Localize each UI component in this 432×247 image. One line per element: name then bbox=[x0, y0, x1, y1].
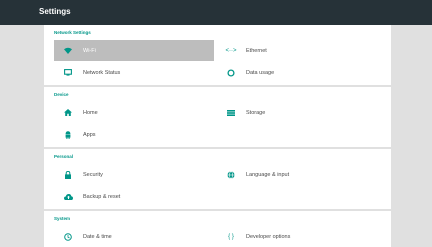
settings-item-storage[interactable]: Storage bbox=[217, 102, 387, 123]
lock-icon bbox=[62, 170, 74, 179]
settings-item-label: Date & time bbox=[83, 233, 112, 240]
settings-item-apps[interactable]: Apps bbox=[54, 124, 214, 145]
settings-item-label: Language & input bbox=[246, 171, 290, 178]
clock-icon bbox=[62, 232, 74, 241]
section-header-network: Network Settings bbox=[54, 30, 91, 35]
settings-item-language-input[interactable]: Language & input bbox=[217, 164, 387, 185]
section-header-system: System bbox=[54, 216, 71, 221]
storage-icon bbox=[225, 109, 237, 116]
settings-item-label: Developer options bbox=[246, 233, 291, 240]
page-title: Settings bbox=[39, 7, 71, 16]
settings-item-label: Ethernet bbox=[246, 47, 267, 54]
section-personal: Personal Security Language & input Backu… bbox=[44, 149, 391, 209]
settings-item-developer-options[interactable]: { } Developer options bbox=[217, 226, 387, 247]
settings-item-backup-reset[interactable]: Backup & reset bbox=[54, 186, 214, 207]
section-network-settings: Network Settings Wi-Fi <··> Ethernet Net… bbox=[44, 25, 391, 85]
section-device: Device Home Storage Apps bbox=[44, 87, 391, 147]
settings-item-label: Network Status bbox=[83, 69, 121, 76]
data-usage-icon bbox=[225, 68, 237, 77]
settings-item-label: Backup & reset bbox=[83, 193, 121, 200]
settings-item-label: Security bbox=[83, 171, 103, 178]
cloud-upload-icon bbox=[62, 193, 74, 200]
settings-item-wifi[interactable]: Wi-Fi bbox=[54, 40, 214, 61]
settings-item-date-time[interactable]: Date & time bbox=[54, 226, 214, 247]
settings-item-ethernet[interactable]: <··> Ethernet bbox=[217, 40, 387, 61]
android-icon bbox=[62, 130, 74, 139]
settings-list: Network Settings Wi-Fi <··> Ethernet Net… bbox=[44, 25, 391, 247]
ethernet-icon: <··> bbox=[225, 47, 237, 54]
monitor-icon bbox=[62, 69, 74, 76]
settings-item-home[interactable]: Home bbox=[54, 102, 214, 123]
app-bar: Settings bbox=[0, 0, 432, 25]
settings-item-label: Home bbox=[83, 109, 98, 116]
home-icon bbox=[62, 109, 74, 116]
globe-icon bbox=[225, 170, 237, 179]
settings-item-label: Data usage bbox=[246, 69, 275, 76]
settings-item-label: Wi-Fi bbox=[83, 47, 96, 54]
settings-item-label: Storage bbox=[246, 109, 266, 116]
section-system: System Date & time { } Developer options bbox=[44, 211, 391, 247]
wifi-icon bbox=[62, 47, 74, 54]
section-header-personal: Personal bbox=[54, 154, 74, 159]
code-icon: { } bbox=[228, 233, 234, 240]
section-header-device: Device bbox=[54, 92, 69, 97]
settings-item-security[interactable]: Security bbox=[54, 164, 214, 185]
settings-item-label: Apps bbox=[83, 131, 96, 138]
settings-item-network-status[interactable]: Network Status bbox=[54, 62, 214, 83]
settings-item-data-usage[interactable]: Data usage bbox=[217, 62, 387, 83]
